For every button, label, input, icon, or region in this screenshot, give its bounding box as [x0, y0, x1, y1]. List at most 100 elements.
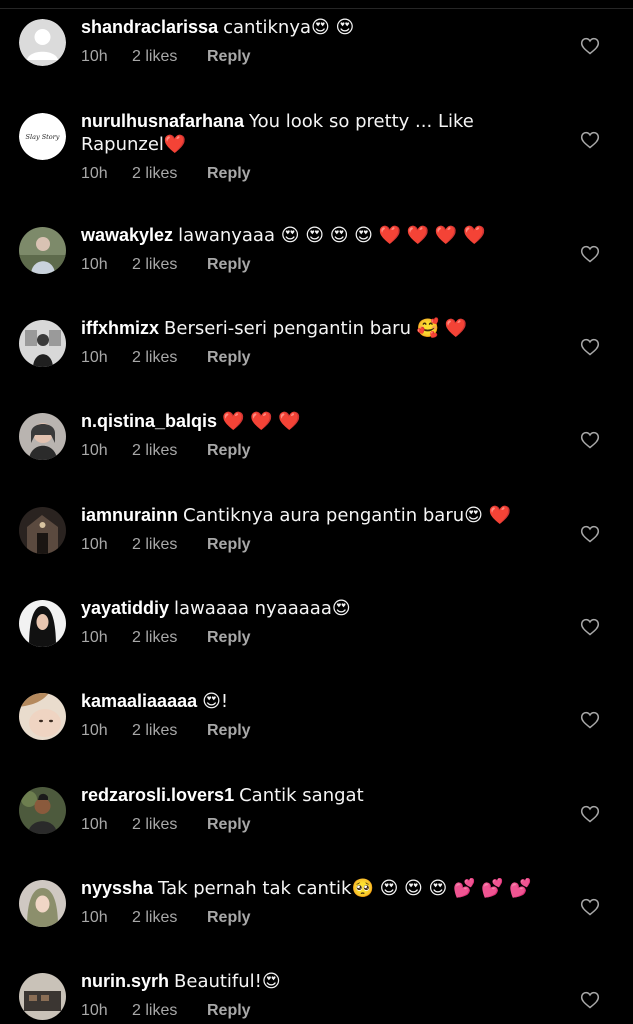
likes-count[interactable]: 2 likes [132, 536, 207, 554]
comment-body: n.qistina_balqis ❤️ ❤️ ❤️ 10h 2 likes Reply [81, 410, 551, 460]
heart-outline-icon[interactable] [580, 36, 600, 56]
comment-body: kamaaliaaaaa 😍! 10h 2 likes Reply [81, 690, 551, 740]
username[interactable]: wawakylez [81, 225, 173, 245]
comment-text: ❤️ ❤️ ❤️ [222, 411, 301, 432]
comment-time: 10h [81, 722, 108, 739]
comment-time: 10h [81, 256, 108, 273]
reply-button[interactable]: Reply [207, 816, 251, 834]
reply-button[interactable]: Reply [207, 536, 251, 554]
username[interactable]: shandraclarissa [81, 17, 218, 37]
username[interactable]: iamnurainn [81, 505, 178, 525]
username[interactable]: redzarosli.lovers1 [81, 785, 234, 805]
comment-body: nurulhusnafarhana You look so pretty ... … [81, 110, 551, 183]
avatar[interactable] [19, 507, 66, 554]
comment-meta: 10h 2 likes Reply [81, 722, 551, 740]
comment-meta: 10h 2 likes Reply [81, 165, 551, 183]
avatar[interactable] [19, 880, 66, 927]
username[interactable]: iffxhmizx [81, 318, 159, 338]
reply-button[interactable]: Reply [207, 442, 251, 460]
heart-outline-icon[interactable] [580, 990, 600, 1010]
comment-meta: 10h 2 likes Reply [81, 349, 551, 367]
comment-meta: 10h 2 likes Reply [81, 442, 551, 460]
comment-meta: 10h 2 likes Reply [81, 816, 551, 834]
likes-count[interactable]: 2 likes [132, 349, 207, 367]
avatar-logo-text: Slay Story [26, 133, 60, 141]
username[interactable]: kamaaliaaaaa [81, 691, 197, 711]
comment-time: 10h [81, 349, 108, 366]
comment-time: 10h [81, 909, 108, 926]
comment-body: nurin.syrh Beautiful!😍 10h 2 likes Reply [81, 970, 551, 1020]
avatar[interactable] [19, 227, 66, 274]
comment-meta: 10h 2 likes Reply [81, 629, 551, 647]
avatar[interactable] [19, 19, 66, 66]
comment-text: Cantik sangat [239, 785, 364, 806]
reply-button[interactable]: Reply [207, 48, 251, 66]
likes-count[interactable]: 2 likes [132, 909, 207, 927]
comment-time: 10h [81, 816, 108, 833]
likes-count[interactable]: 2 likes [132, 442, 207, 460]
comment-body: redzarosli.lovers1 Cantik sangat 10h 2 lik… [81, 784, 551, 834]
comment-meta: 10h 2 likes Reply [81, 1002, 551, 1020]
comment-text: lawanyaaa 😍 😍 😍 😍 ❤️ ❤️ ❤️ ❤️ [178, 225, 486, 246]
reply-button[interactable]: Reply [207, 629, 251, 647]
comment-time: 10h [81, 629, 108, 646]
likes-count[interactable]: 2 likes [132, 165, 207, 183]
comment-time: 10h [81, 442, 108, 459]
comment-meta: 10h 2 likes Reply [81, 256, 551, 274]
comment-body: nyyssha Tak pernah tak cantik🥺 😍 😍 😍 💕 💕 … [81, 877, 551, 927]
username[interactable]: nurulhusnafarhana [81, 111, 244, 131]
comment-time: 10h [81, 536, 108, 553]
avatar[interactable] [19, 413, 66, 460]
heart-outline-icon[interactable] [580, 130, 600, 150]
heart-outline-icon[interactable] [580, 244, 600, 264]
avatar[interactable]: Slay Story [19, 113, 66, 160]
comment-text: Berseri-seri pengantin baru 🥰 ❤️ [164, 318, 468, 339]
comment-text: Cantiknya aura pengantin baru😍 ❤️ [183, 505, 512, 526]
avatar[interactable] [19, 600, 66, 647]
reply-button[interactable]: Reply [207, 1002, 251, 1020]
reply-button[interactable]: Reply [207, 256, 251, 274]
heart-outline-icon[interactable] [580, 430, 600, 450]
comment-body: iamnurainn Cantiknya aura pengantin baru😍… [81, 504, 551, 554]
username[interactable]: n.qistina_balqis [81, 411, 217, 431]
username[interactable]: yayatiddiy [81, 598, 169, 618]
avatar[interactable] [19, 787, 66, 834]
reply-button[interactable]: Reply [207, 349, 251, 367]
heart-outline-icon[interactable] [580, 617, 600, 637]
comment-text: Tak pernah tak cantik🥺 😍 😍 😍 💕 💕 💕 [158, 878, 532, 899]
heart-outline-icon[interactable] [580, 710, 600, 730]
likes-count[interactable]: 2 likes [132, 48, 207, 66]
comment-body: yayatiddiy lawaaaa nyaaaaa😍 10h 2 likes Rep… [81, 597, 551, 647]
comment-meta: 10h 2 likes Reply [81, 48, 551, 66]
likes-count[interactable]: 2 likes [132, 816, 207, 834]
reply-button[interactable]: Reply [207, 909, 251, 927]
reply-button[interactable]: Reply [207, 165, 251, 183]
comment-body: wawakylez lawanyaaa 😍 😍 😍 😍 ❤️ ❤️ ❤️ ❤️ 1… [81, 224, 551, 274]
heart-outline-icon[interactable] [580, 524, 600, 544]
avatar[interactable] [19, 693, 66, 740]
comment-time: 10h [81, 48, 108, 65]
likes-count[interactable]: 2 likes [132, 722, 207, 740]
username[interactable]: nyyssha [81, 878, 153, 898]
heart-outline-icon[interactable] [580, 804, 600, 824]
comment-text: lawaaaa nyaaaaa😍 [174, 598, 351, 619]
comment-text: Beautiful!😍 [174, 971, 281, 992]
comment-time: 10h [81, 1002, 108, 1019]
comment-text: 😍! [202, 691, 229, 712]
comment-meta: 10h 2 likes Reply [81, 536, 551, 554]
comment-meta: 10h 2 likes Reply [81, 909, 551, 927]
comment-time: 10h [81, 165, 108, 182]
likes-count[interactable]: 2 likes [132, 629, 207, 647]
heart-outline-icon[interactable] [580, 337, 600, 357]
avatar[interactable] [19, 973, 66, 1020]
comment-body: iffxhmizx Berseri-seri pengantin baru 🥰 ❤… [81, 317, 551, 367]
username[interactable]: nurin.syrh [81, 971, 169, 991]
comment-text: cantiknya😍 😍 [223, 17, 355, 38]
likes-count[interactable]: 2 likes [132, 1002, 207, 1020]
comment-body: shandraclarissa cantiknya😍 😍 10h 2 likes Re… [81, 16, 551, 66]
top-divider [0, 8, 633, 9]
reply-button[interactable]: Reply [207, 722, 251, 740]
likes-count[interactable]: 2 likes [132, 256, 207, 274]
heart-outline-icon[interactable] [580, 897, 600, 917]
avatar[interactable] [19, 320, 66, 367]
